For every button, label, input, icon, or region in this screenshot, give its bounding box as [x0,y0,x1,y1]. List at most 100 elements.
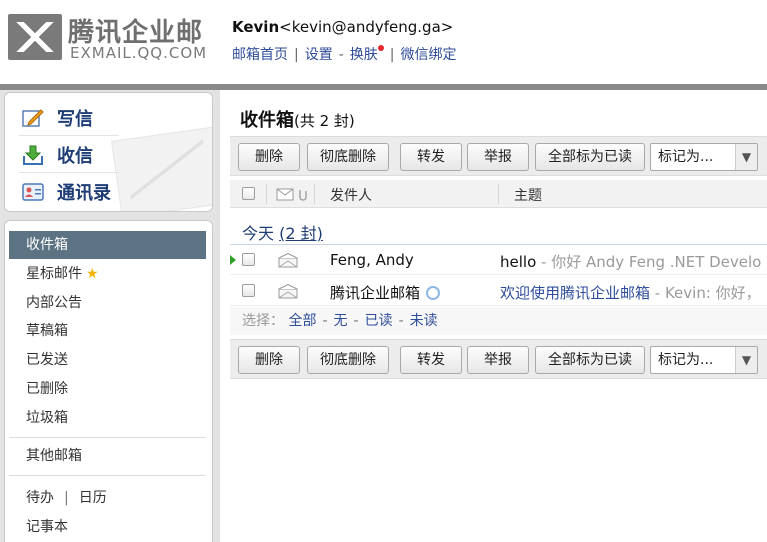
delete-forever-button[interactable]: 彻底删除 [307,346,389,374]
folder-inbox[interactable]: 收件箱 [9,231,206,259]
toolbar-top: 删除 彻底删除 转发 举报 全部标为已读 标记为... ▼ [230,136,767,176]
mark-as-select[interactable]: 标记为... ▼ [650,143,758,171]
email-sender[interactable]: Feng, Andy [330,251,414,269]
receive-button[interactable]: 收信 [21,140,93,170]
logo-text-en: EXMAIL.QQ.COM [70,44,208,62]
report-button[interactable]: 举报 [467,143,529,171]
link-settings[interactable]: 设置 [305,47,333,63]
mail-list-pane: 收件箱(共 2 封) 删除 彻底删除 转发 举报 全部标为已读 标记为... ▼… [220,90,767,542]
tools-separator: | [64,490,69,506]
quick-actions-box: 写信 收信 通讯录 [4,92,213,212]
column-divider [266,184,267,204]
link-separator: | [294,47,299,63]
link-separator: | [389,47,395,63]
email-preview: - 你好 Andy Feng .NET Develo [536,253,762,271]
compose-button[interactable]: 写信 [21,103,93,133]
exmail-logo[interactable]: 腾讯企业邮 EXMAIL.QQ.COM [8,14,218,64]
user-info: Kevin<kevin@andyfeng.ga> [232,18,453,36]
report-button[interactable]: 举报 [467,346,529,374]
folder-starred-label: 星标邮件 [26,266,82,282]
folder-starred[interactable]: 星标邮件 ★ [9,260,206,288]
folder-other-mailbox[interactable]: 其他邮箱 [9,442,206,470]
receive-label: 收信 [57,146,93,167]
email-subject[interactable]: hello - 你好 Andy Feng .NET Develo [500,251,761,272]
mark-as-select[interactable]: 标记为... ▼ [650,346,758,374]
inbox-download-icon [21,144,45,166]
folder-announcements[interactable]: 内部公告 [9,289,206,317]
folder-divider [9,475,206,476]
group-label: 今天 [242,224,275,243]
folder-drafts[interactable]: 草稿箱 [9,317,206,345]
folder-divider [9,437,206,438]
mark-as-value: 标记为... [658,352,714,368]
email-subject[interactable]: 欢迎使用腾讯企业邮箱 - Kevin: 你好， [500,282,761,303]
select-none-link[interactable]: 无 [334,313,348,329]
link-mailbox-home[interactable]: 邮箱首页 [232,47,288,63]
envelope-icon [278,252,298,272]
folder-sent[interactable]: 已发送 [9,346,206,374]
toolbar-bottom: 删除 彻底删除 转发 举报 全部标为已读 标记为... ▼ [230,339,767,379]
compose-icon [21,107,45,129]
selection-bar: 选择： 全部 - 无 - 已读 - 未读 [230,307,767,335]
mark-as-value: 标记为... [658,149,714,165]
todo-link[interactable]: 待办 [26,490,54,506]
row-checkbox[interactable] [242,253,255,266]
header-links: 邮箱首页 | 设置 - 换肤 | 微信绑定 [232,44,457,64]
envelope-icon [278,283,298,303]
link-wechat-bind[interactable]: 微信绑定 [401,47,457,63]
chevron-down-icon: ▼ [735,347,757,373]
select-all-link[interactable]: 全部 [288,313,316,329]
row-checkbox[interactable] [242,284,255,297]
delete-button[interactable]: 删除 [238,143,300,171]
star-icon: ★ [86,266,99,282]
page-title: 收件箱(共 2 封) [240,106,355,132]
quick-divider [19,172,119,173]
select-label: 选择： [242,313,284,329]
select-separator: - [322,313,328,329]
unread-marker-icon [230,255,236,265]
email-sender[interactable]: 腾讯企业邮箱 [330,282,441,303]
email-sender-text: 腾讯企业邮箱 [330,284,421,302]
mail-count: (共 2 封) [294,112,355,130]
delete-forever-button[interactable]: 彻底删除 [307,143,389,171]
quick-divider [19,135,119,136]
email-subject-text: hello [500,253,537,271]
envelope-decoration-icon [111,125,212,211]
user-name: Kevin [232,18,280,36]
notification-dot-icon [377,45,384,51]
mark-all-read-button[interactable]: 全部标为已读 [535,143,645,171]
calendar-link[interactable]: 日历 [79,490,107,506]
group-count[interactable]: (2 封) [279,224,323,243]
folder-spam[interactable]: 垃圾箱 [9,404,206,432]
link-change-skin[interactable]: 换肤 [350,47,378,63]
compose-label: 写信 [57,109,93,130]
column-subject[interactable]: 主题 [514,185,542,205]
folder-deleted[interactable]: 已删除 [9,375,206,403]
contacts-label: 通讯录 [57,183,111,204]
theme-dash: - [338,47,344,63]
logo-envelope-icon [8,14,62,60]
select-unread-link[interactable]: 未读 [410,313,438,329]
header: 腾讯企业邮 EXMAIL.QQ.COM Kevin<kevin@andyfeng… [0,0,767,84]
table-row[interactable]: 腾讯企业邮箱 欢迎使用腾讯企业邮箱 - Kevin: 你好， [230,276,767,306]
forward-button[interactable]: 转发 [400,346,462,374]
column-sender[interactable]: 发件人 [330,185,372,205]
notebook-link[interactable]: 记事本 [26,516,68,536]
contacts-button[interactable]: 通讯录 [21,177,111,207]
group-header-today: 今天 (2 封) [242,220,323,244]
table-row[interactable]: Feng, Andy hello - 你好 Andy Feng .NET Dev… [230,245,767,275]
mark-all-read-button[interactable]: 全部标为已读 [535,346,645,374]
user-email: <kevin@andyfeng.ga> [279,18,454,36]
page-title-text: 收件箱 [240,110,294,131]
select-read-link[interactable]: 已读 [365,313,393,329]
column-header: 发件人 主题 [230,180,767,208]
verified-badge-icon [426,286,441,300]
tools-row: 待办 | 日历 [26,487,107,507]
delete-button[interactable]: 删除 [238,346,300,374]
chevron-down-icon: ▼ [735,144,757,170]
contacts-icon [21,181,45,203]
email-preview: - Kevin: 你好， [650,284,761,302]
forward-button[interactable]: 转发 [400,143,462,171]
select-separator: - [398,313,404,329]
select-all-checkbox[interactable] [242,187,255,200]
